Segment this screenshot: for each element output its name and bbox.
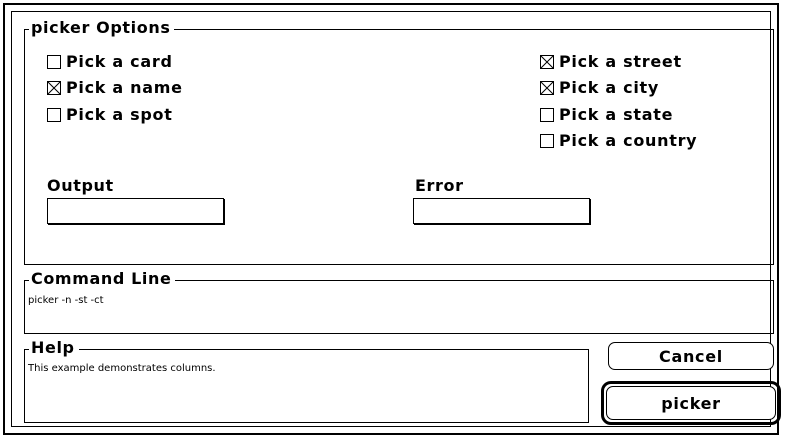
command-line-text[interactable]: picker -n -st -ct (28, 295, 104, 307)
checkbox-label: Pick a spot (66, 105, 173, 124)
checkbox-box[interactable] (47, 55, 61, 69)
check-x-icon (48, 82, 60, 94)
picker-button[interactable]: picker (606, 386, 776, 420)
checkbox-label: Pick a street (559, 52, 682, 71)
checkbox-label: Pick a city (559, 78, 660, 97)
checkbox-pick-name[interactable]: Pick a name (47, 77, 183, 99)
checkbox-pick-card[interactable]: Pick a card (47, 51, 173, 73)
checkbox-box[interactable] (47, 81, 61, 95)
cancel-button[interactable]: Cancel (608, 342, 774, 370)
command-line-group: Command Line picker -n -st -ct (24, 269, 774, 334)
help-title: Help (29, 338, 79, 358)
checkbox-box[interactable] (540, 55, 554, 69)
error-label: Error (415, 176, 464, 195)
checkbox-box[interactable] (47, 108, 61, 122)
check-x-icon (541, 82, 553, 94)
checkbox-pick-spot[interactable]: Pick a spot (47, 104, 173, 126)
dialog-window: picker Options Pick a card Pick a name P… (3, 3, 781, 435)
checkbox-box[interactable] (540, 108, 554, 122)
checkbox-label: Pick a state (559, 105, 674, 124)
options-group: picker Options Pick a card Pick a name P… (24, 18, 774, 265)
checkbox-label: Pick a card (66, 52, 173, 71)
checkbox-label: Pick a name (66, 78, 183, 97)
output-field[interactable] (47, 198, 224, 224)
options-group-title: picker Options (29, 18, 175, 38)
checkbox-box[interactable] (540, 81, 554, 95)
help-group: Help This example demonstrates columns. (24, 338, 589, 423)
output-label: Output (47, 176, 114, 195)
checkbox-pick-street[interactable]: Pick a street (540, 51, 682, 73)
error-field[interactable] (413, 198, 590, 224)
checkbox-label: Pick a country (559, 131, 698, 150)
checkbox-pick-country[interactable]: Pick a country (540, 130, 697, 152)
check-x-icon (541, 56, 553, 68)
checkbox-pick-state[interactable]: Pick a state (540, 104, 673, 126)
help-text: This example demonstrates columns. (28, 363, 216, 374)
command-line-title: Command Line (29, 269, 176, 289)
checkbox-box[interactable] (540, 134, 554, 148)
checkbox-pick-city[interactable]: Pick a city (540, 77, 659, 99)
